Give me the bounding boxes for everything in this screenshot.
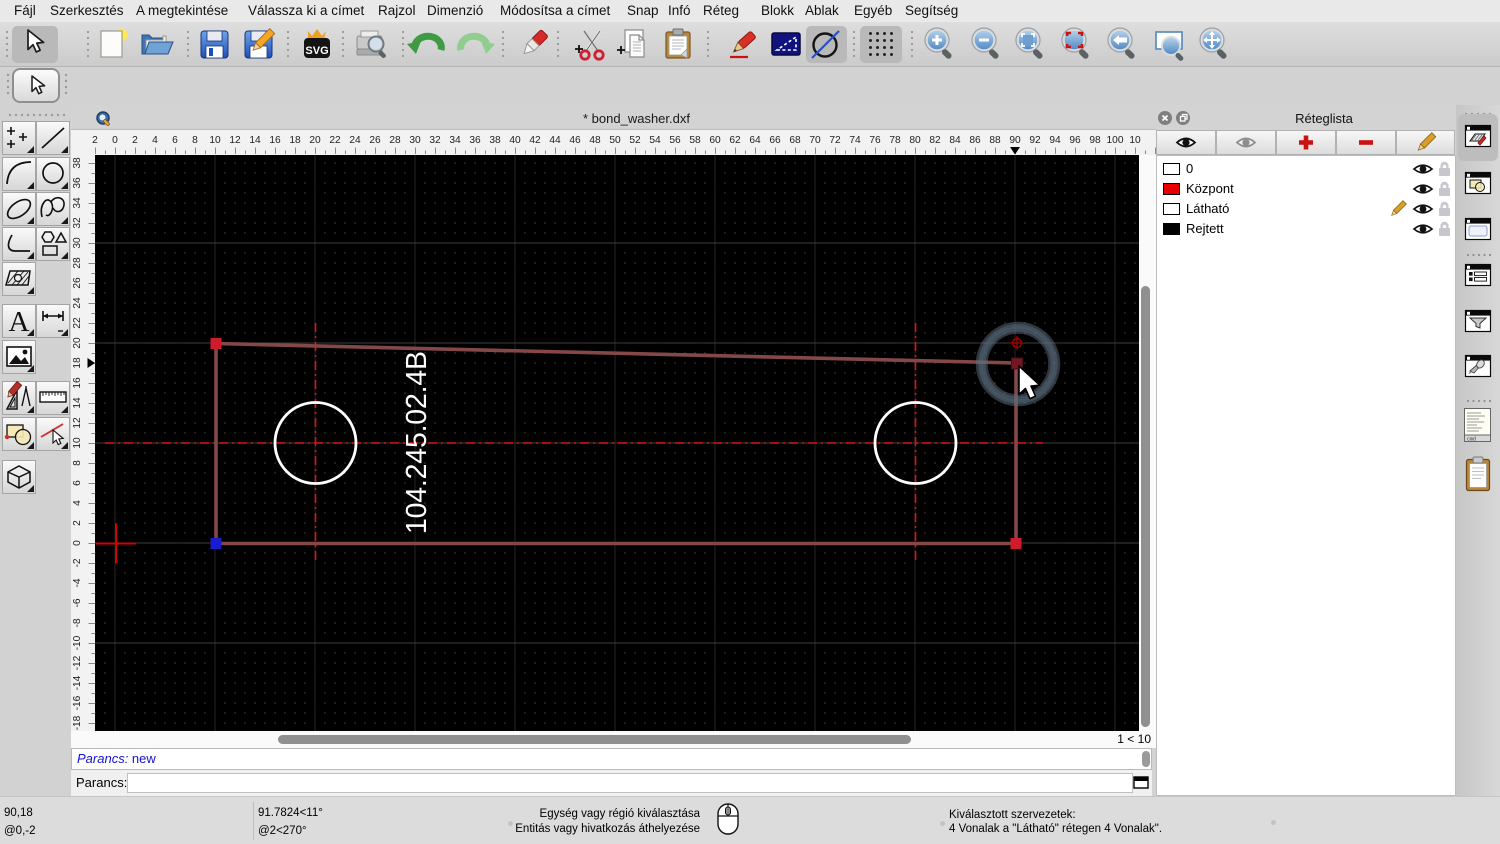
svg-text:36: 36	[72, 177, 83, 189]
svg-text:66: 66	[769, 135, 781, 146]
svg-text:-10: -10	[72, 635, 83, 650]
svg-text:-8: -8	[72, 618, 83, 627]
svg-text:32: 32	[429, 135, 441, 146]
svg-text:36: 36	[469, 135, 481, 146]
svg-text:4: 4	[152, 135, 158, 146]
svg-text:4: 4	[72, 500, 83, 506]
svg-text:10: 10	[72, 437, 83, 449]
svg-text:18: 18	[72, 357, 83, 369]
svg-text:14: 14	[72, 397, 83, 409]
svg-text:16: 16	[269, 135, 281, 146]
svg-text:14: 14	[249, 135, 261, 146]
svg-text:6: 6	[72, 480, 83, 486]
svg-text:44: 44	[549, 135, 561, 146]
svg-text:-6: -6	[72, 598, 83, 607]
svg-text:88: 88	[989, 135, 1001, 146]
svg-text:12: 12	[229, 135, 241, 146]
svg-text:cmd: cmd	[1467, 437, 1476, 443]
svg-text:32: 32	[72, 217, 83, 229]
svg-text:46: 46	[569, 135, 581, 146]
svg-text:38: 38	[72, 157, 83, 169]
svg-text:56: 56	[669, 135, 681, 146]
svg-text:72: 72	[829, 135, 841, 146]
svg-text:64: 64	[749, 135, 761, 146]
svg-text:-12: -12	[72, 655, 83, 670]
svg-text:42: 42	[529, 135, 541, 146]
svg-text:18: 18	[289, 135, 301, 146]
svg-text:58: 58	[689, 135, 701, 146]
svg-text:2: 2	[72, 520, 83, 526]
svg-text:24: 24	[349, 135, 361, 146]
svg-text:98: 98	[1089, 135, 1101, 146]
svg-text:100: 100	[1107, 135, 1124, 146]
svg-text:60: 60	[709, 135, 721, 146]
svg-text:SVG: SVG	[305, 45, 328, 57]
svg-text:90: 90	[1009, 135, 1021, 146]
svg-text:92: 92	[1029, 135, 1041, 146]
svg-text:28: 28	[72, 257, 83, 269]
svg-text:20: 20	[72, 337, 83, 349]
svg-text:26: 26	[369, 135, 381, 146]
svg-text:76: 76	[869, 135, 881, 146]
svg-text:34: 34	[72, 197, 83, 209]
svg-text:80: 80	[909, 135, 921, 146]
svg-text:38: 38	[489, 135, 501, 146]
svg-text:24: 24	[72, 297, 83, 309]
svg-text:26: 26	[72, 277, 83, 289]
svg-text:52: 52	[629, 135, 641, 146]
svg-text:-18: -18	[72, 715, 83, 730]
svg-text:8: 8	[72, 460, 83, 466]
svg-text:10: 10	[1129, 135, 1141, 146]
svg-text:0: 0	[112, 135, 118, 146]
svg-text:78: 78	[889, 135, 901, 146]
svg-text:12: 12	[72, 417, 83, 429]
svg-text:22: 22	[72, 317, 83, 329]
svg-text:-4: -4	[72, 578, 83, 587]
svg-text:-16: -16	[72, 695, 83, 710]
svg-text:82: 82	[929, 135, 941, 146]
svg-text:A: A	[9, 306, 30, 338]
svg-text:10: 10	[209, 135, 221, 146]
svg-text:30: 30	[72, 237, 83, 249]
svg-text:30: 30	[409, 135, 421, 146]
svg-text:22: 22	[329, 135, 341, 146]
svg-text:-14: -14	[72, 675, 83, 690]
svg-text:2: 2	[132, 135, 138, 146]
svg-text:68: 68	[789, 135, 801, 146]
svg-text:62: 62	[729, 135, 741, 146]
svg-text:34: 34	[449, 135, 461, 146]
svg-text:2: 2	[92, 135, 98, 146]
svg-text:20: 20	[309, 135, 321, 146]
svg-text:50: 50	[609, 135, 621, 146]
svg-text:94: 94	[1049, 135, 1061, 146]
svg-text:74: 74	[849, 135, 861, 146]
svg-text:104.245.02.4B: 104.245.02.4B	[401, 351, 433, 534]
svg-text:96: 96	[1069, 135, 1081, 146]
svg-text:84: 84	[949, 135, 961, 146]
svg-text:16: 16	[72, 377, 83, 389]
svg-text:6: 6	[172, 135, 178, 146]
svg-text:86: 86	[969, 135, 981, 146]
svg-text:70: 70	[809, 135, 821, 146]
svg-text:40: 40	[509, 135, 521, 146]
svg-text:8: 8	[192, 135, 198, 146]
svg-text:0: 0	[72, 540, 83, 546]
svg-text:48: 48	[589, 135, 601, 146]
svg-text:-2: -2	[72, 558, 83, 567]
svg-text:54: 54	[649, 135, 661, 146]
svg-text:28: 28	[389, 135, 401, 146]
